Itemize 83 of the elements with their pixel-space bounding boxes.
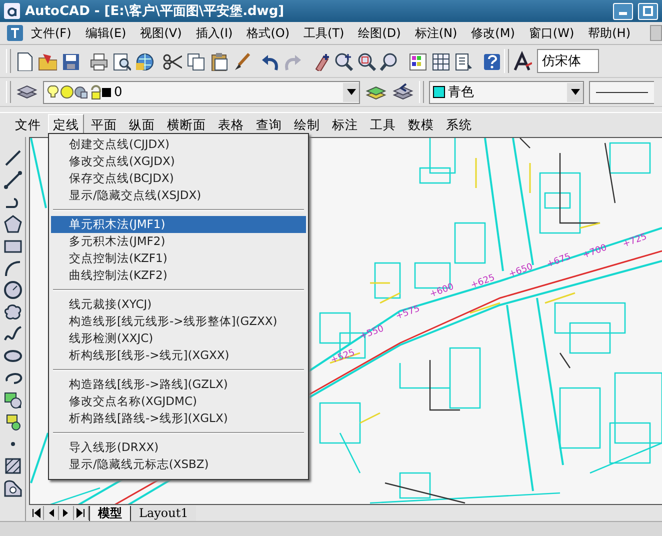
globe-icon[interactable] — [134, 51, 154, 71]
station-label: +525 — [330, 348, 356, 366]
station-label: +725 — [622, 232, 648, 250]
maximize-button[interactable] — [638, 2, 658, 20]
menu-item[interactable]: 视图(V) — [133, 24, 189, 42]
station-label: +600 — [428, 282, 456, 300]
layout-tab[interactable]: 模型 — [89, 506, 130, 520]
folder-icon[interactable] — [37, 51, 57, 71]
menu-item[interactable]: 绘图(D) — [351, 24, 408, 42]
menu-item[interactable]: 构造路线[线形->路线](GZLX) — [51, 376, 306, 393]
zoom-in-icon[interactable] — [333, 51, 353, 71]
layout-tab[interactable]: Layout1 — [130, 506, 196, 520]
station-label: +700 — [582, 243, 608, 261]
menu-item[interactable]: 工具 — [365, 114, 401, 136]
menu-item[interactable]: 标注(N) — [408, 24, 464, 42]
last-tab-icon[interactable] — [76, 508, 86, 518]
app-icon[interactable] — [4, 3, 20, 19]
maximize-icon — [643, 6, 653, 16]
menu-item[interactable]: 横断面 — [162, 114, 211, 136]
polygon-icon[interactable] — [2, 213, 23, 234]
menu-item[interactable]: 格式(O) — [240, 24, 297, 42]
linetype-dropdown[interactable] — [589, 80, 654, 104]
menu-item[interactable]: 曲线控制法(KZF2) — [51, 267, 306, 284]
menu-item[interactable]: 平面 — [86, 114, 122, 136]
color-swatch-icon[interactable] — [433, 86, 445, 98]
menu-item[interactable]: 线形检测(XXJC) — [51, 330, 306, 347]
menu-item[interactable]: 构造线形[线元线形->线形整体](GZXX) — [51, 313, 306, 330]
station-label: +625 — [470, 273, 496, 291]
color-dropdown[interactable]: 青色 — [429, 80, 584, 104]
station-label: +650 — [508, 262, 534, 280]
zoom-window-icon[interactable] — [356, 51, 376, 71]
printer-icon[interactable] — [88, 51, 108, 71]
zoom-previous-icon[interactable] — [379, 51, 399, 71]
text-style-icon[interactable] — [512, 51, 532, 71]
menu-item[interactable]: 帮助(H) — [581, 24, 638, 42]
menu-item[interactable]: 创建交点线(CJJDX) — [51, 136, 306, 153]
menu-item[interactable]: 编辑(E) — [78, 24, 134, 42]
menu-item[interactable]: 显示/隐藏线元标志(XSBZ) — [51, 456, 306, 473]
station-label: +575 — [394, 304, 422, 322]
menu-item[interactable]: 线元裁接(XYCJ) — [51, 296, 306, 313]
menu-item[interactable]: 文件(F) — [24, 24, 78, 42]
minimize-button[interactable] — [613, 2, 633, 20]
menu-item[interactable]: 析构线形[线形->线元](XGXX) — [51, 347, 306, 364]
menu-item[interactable]: 析构路线[路线->线形](XGLX) — [51, 410, 306, 427]
menu-item[interactable]: 插入(I) — [188, 24, 240, 42]
menu-item[interactable]: 保存交点线(BCJDX) — [51, 170, 306, 187]
menu-item[interactable]: 数模 — [403, 114, 439, 136]
font-field[interactable]: 仿宋体 — [537, 49, 599, 73]
menu-item[interactable]: 查询 — [251, 114, 287, 136]
menu-item[interactable]: 单元积木法(JMF1) — [51, 216, 306, 233]
menu-item[interactable]: 修改交点名称(XGJDMC) — [51, 393, 306, 410]
circle-icon[interactable] — [2, 279, 23, 300]
menu-item[interactable]: 修改(M) — [464, 24, 522, 42]
menu-item[interactable]: 文件 — [10, 114, 46, 136]
menu-item[interactable]: 系统 — [441, 114, 477, 136]
properties-icon[interactable] — [407, 51, 427, 71]
list-page-icon[interactable] — [453, 51, 473, 71]
menu-item[interactable]: 标注 — [327, 114, 363, 136]
first-tab-icon[interactable] — [31, 508, 41, 518]
window-title: AutoCAD - [E:\客户\平面图\平安堡.dwg] — [25, 2, 286, 20]
station-label: +550 — [358, 324, 386, 342]
menu-item[interactable]: 窗口(W) — [522, 24, 582, 42]
dropdown-arrow-icon[interactable] — [570, 89, 580, 95]
menu-item[interactable]: 多元积木法(JMF2) — [51, 233, 306, 250]
menu-item[interactable]: 纵面 — [124, 114, 160, 136]
menu-item[interactable]: 工具(T) — [296, 24, 352, 42]
help-icon[interactable] — [481, 51, 501, 71]
menu-item[interactable]: 交点控制法(KZF1) — [51, 250, 306, 267]
layer-name: 0 — [114, 84, 122, 100]
color-name: 青色 — [448, 84, 474, 101]
magnifier-page-icon[interactable] — [111, 51, 131, 71]
station-label: +675 — [546, 252, 572, 270]
menu-item[interactable]: 显示/隐藏交点线(XSJDX) — [51, 187, 306, 204]
layer-dropdown[interactable]: 0 — [43, 80, 360, 104]
grid-icon[interactable] — [430, 51, 450, 71]
menu-item[interactable]: 导入线形(DRXX) — [51, 439, 306, 456]
menu-item[interactable]: 修改交点线(XGJDX) — [51, 153, 306, 170]
layer-status-icons[interactable] — [47, 84, 111, 100]
menu-item[interactable]: 绘制 — [289, 114, 325, 136]
copy-icon[interactable] — [185, 51, 205, 71]
menu-item[interactable]: 表格 — [213, 114, 249, 136]
dropdown-arrow-icon[interactable] — [346, 89, 356, 95]
construction-line-icon[interactable] — [2, 169, 23, 190]
